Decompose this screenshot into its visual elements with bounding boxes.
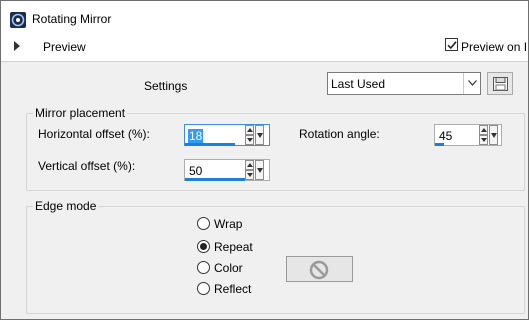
edge-mode-group bbox=[26, 206, 525, 314]
horizontal-offset-spinner bbox=[245, 125, 264, 145]
preview-label[interactable]: Preview bbox=[43, 40, 86, 54]
rotation-angle-spinner bbox=[479, 125, 498, 145]
slider-popup-icon[interactable] bbox=[255, 125, 264, 145]
horizontal-offset-value: 18 bbox=[188, 129, 204, 143]
radio-button[interactable] bbox=[197, 261, 210, 274]
increment-up-icon[interactable] bbox=[245, 160, 254, 170]
preview-on-image-checkbox[interactable] bbox=[445, 38, 458, 51]
radio-button[interactable] bbox=[197, 240, 210, 253]
preview-bar: Preview Preview on I bbox=[1, 33, 528, 61]
rotation-angle-label: Rotation angle: bbox=[299, 127, 380, 141]
horizontal-offset-label: Horizontal offset (%): bbox=[38, 127, 150, 141]
vertical-offset-input[interactable]: 50 bbox=[184, 159, 270, 181]
divider bbox=[1, 61, 528, 62]
preset-value: Last Used bbox=[331, 77, 386, 91]
slider-popup-icon[interactable] bbox=[255, 160, 264, 180]
vertical-offset-value: 50 bbox=[189, 164, 203, 178]
chevron-down-icon[interactable] bbox=[463, 73, 480, 94]
floppy-disk-icon bbox=[493, 77, 508, 91]
vertical-offset-label: Vertical offset (%): bbox=[38, 159, 136, 173]
edge-color-swatch[interactable] bbox=[286, 256, 353, 282]
horizontal-offset-level bbox=[185, 143, 235, 146]
rotating-mirror-dialog: Rotating Mirror Preview Preview on I Set… bbox=[0, 0, 529, 320]
slider-popup-icon[interactable] bbox=[489, 125, 498, 145]
radio-label[interactable]: Wrap bbox=[214, 217, 242, 231]
radio-button[interactable] bbox=[197, 282, 210, 295]
app-icon bbox=[10, 12, 26, 28]
edge-mode-title: Edge mode bbox=[33, 199, 99, 213]
radio-label[interactable]: Color bbox=[214, 261, 243, 275]
preset-dropdown[interactable]: Last Used bbox=[327, 72, 481, 95]
radio-label[interactable]: Repeat bbox=[214, 240, 253, 254]
window-title: Rotating Mirror bbox=[32, 12, 112, 26]
horizontal-offset-input[interactable]: 18 bbox=[184, 124, 270, 146]
increment-up-icon[interactable] bbox=[245, 125, 254, 135]
vertical-offset-spinner bbox=[245, 160, 264, 180]
rotation-angle-input[interactable]: 45 bbox=[434, 124, 502, 146]
rotation-angle-level bbox=[435, 143, 444, 146]
expand-preview-icon[interactable] bbox=[14, 41, 20, 51]
radio-button[interactable] bbox=[197, 217, 210, 230]
increment-up-icon[interactable] bbox=[479, 125, 488, 135]
decrement-down-icon[interactable] bbox=[479, 135, 488, 145]
decrement-down-icon[interactable] bbox=[245, 170, 254, 180]
mirror-placement-title: Mirror placement bbox=[33, 106, 128, 120]
save-preset-button[interactable] bbox=[487, 72, 513, 95]
vertical-offset-level bbox=[185, 178, 245, 181]
settings-label: Settings bbox=[144, 79, 188, 93]
decrement-down-icon[interactable] bbox=[245, 135, 254, 145]
preview-on-image-label[interactable]: Preview on I bbox=[461, 40, 527, 54]
title-bar: Rotating Mirror bbox=[1, 1, 528, 33]
rotation-angle-value: 45 bbox=[439, 129, 453, 143]
no-color-icon bbox=[309, 260, 329, 280]
radio-label[interactable]: Reflect bbox=[214, 282, 251, 296]
